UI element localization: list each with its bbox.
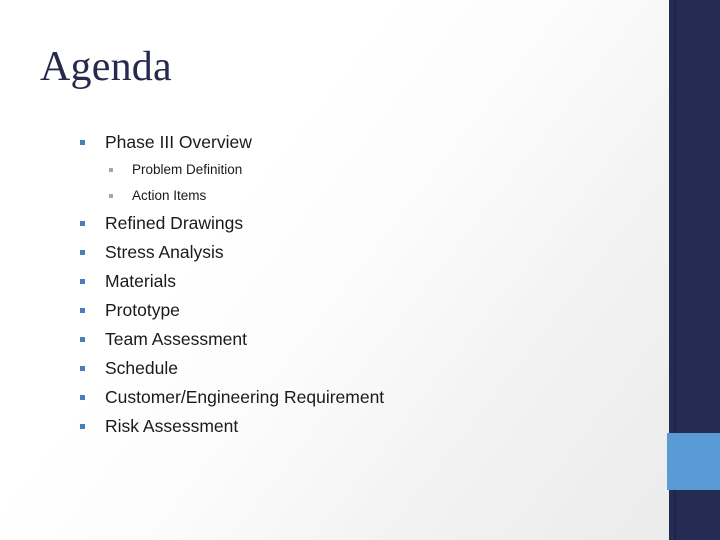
outline-item-label: Prototype xyxy=(105,300,180,320)
outline-item: Risk Assessment xyxy=(0,412,640,441)
outline-item: Stress Analysis xyxy=(0,238,640,267)
bullet-level1-icon xyxy=(80,140,85,145)
outline-item: Prototype xyxy=(0,296,640,325)
outline-item-label: Refined Drawings xyxy=(105,213,244,233)
outline-item: Action Items xyxy=(0,183,640,209)
slide-canvas: Agenda Phase III Overview Problem Defini… xyxy=(0,0,720,540)
bullet-level2-icon xyxy=(109,168,113,172)
slide-outline-list: Phase III Overview Problem Definition Ac… xyxy=(0,128,640,441)
bullet-level2-icon xyxy=(109,194,113,198)
outline-item: Schedule xyxy=(0,354,640,383)
outline-item-label: Team Assessment xyxy=(105,329,247,349)
outline-item-label: Schedule xyxy=(105,358,178,378)
outline-item-label: Action Items xyxy=(132,188,207,203)
bullet-level1-icon xyxy=(80,308,85,313)
outline-item-label: Phase III Overview xyxy=(105,132,252,152)
outline-item: Materials xyxy=(0,267,640,296)
outline-item: Phase III Overview xyxy=(0,128,640,157)
bullet-level1-icon xyxy=(80,250,85,255)
outline-item-label: Materials xyxy=(105,271,176,291)
bullet-level1-icon xyxy=(80,395,85,400)
slide-decoration-accent-block xyxy=(667,433,720,490)
outline-item: Refined Drawings xyxy=(0,209,640,238)
slide-title: Agenda xyxy=(40,44,172,90)
outline-item-label: Risk Assessment xyxy=(105,416,239,436)
bullet-level1-icon xyxy=(80,279,85,284)
bullet-level1-icon xyxy=(80,424,85,429)
bullet-level1-icon xyxy=(80,337,85,342)
outline-item: Problem Definition xyxy=(0,157,640,183)
bullet-level1-icon xyxy=(80,366,85,371)
outline-item: Customer/Engineering Requirement xyxy=(0,383,640,412)
outline-item-label: Problem Definition xyxy=(132,162,243,177)
bullet-level1-icon xyxy=(80,221,85,226)
outline-item-label: Stress Analysis xyxy=(105,242,224,262)
outline-item-label: Customer/Engineering Requirement xyxy=(105,387,385,407)
outline-item: Team Assessment xyxy=(0,325,640,354)
